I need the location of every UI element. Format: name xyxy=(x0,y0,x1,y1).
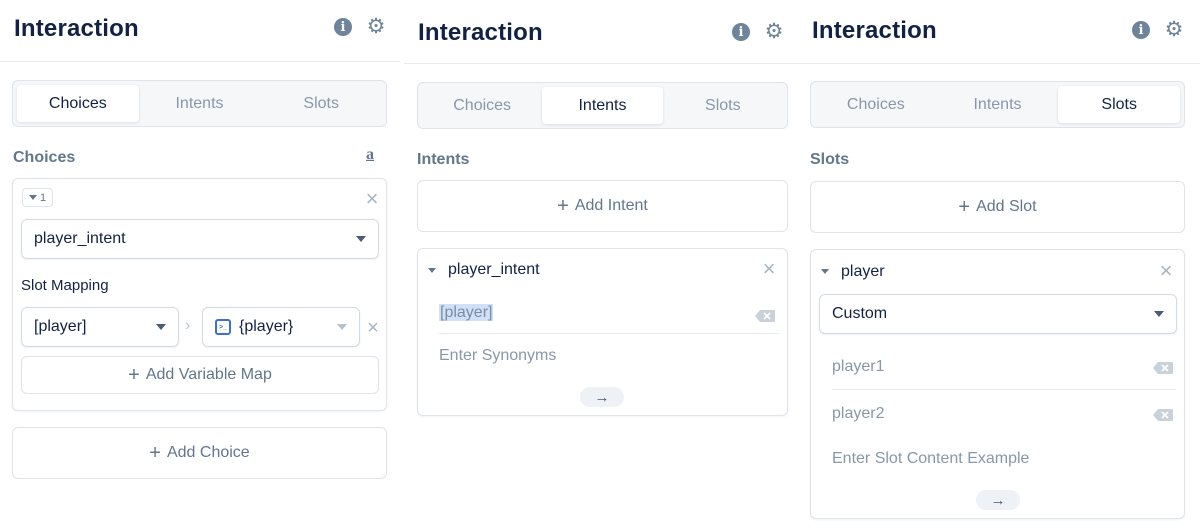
tab-intents[interactable]: Intents xyxy=(542,87,663,124)
tab-slots[interactable]: Slots xyxy=(663,87,783,124)
panel-header: Interaction i ⚙ xyxy=(0,0,400,62)
slot-type-value: Custom xyxy=(832,305,888,322)
caret-down-icon xyxy=(337,324,347,330)
panel-header: Interaction i ⚙ xyxy=(404,0,800,64)
tab-intents[interactable]: Intents xyxy=(937,86,1059,123)
gear-icon[interactable]: ⚙ xyxy=(764,21,784,42)
submit-arrow-button[interactable]: → xyxy=(976,490,1020,510)
intent-name: player_intent xyxy=(448,261,540,278)
info-icon[interactable]: i xyxy=(1132,21,1150,39)
choice-index-badge[interactable]: 1 xyxy=(22,188,54,207)
tab-choices[interactable]: Choices xyxy=(17,85,139,122)
close-icon[interactable]: × xyxy=(1158,260,1174,282)
tab-bar: Choices Intents Slots xyxy=(12,80,387,127)
close-icon[interactable]: × xyxy=(364,188,380,210)
backspace-icon[interactable] xyxy=(755,310,775,322)
caret-down-icon xyxy=(356,236,366,242)
utterance-item[interactable]: [player] xyxy=(439,304,494,322)
intent-card: player_intent × [player] Enter Synonyms … xyxy=(417,248,788,416)
panel-title: Interaction xyxy=(14,15,139,42)
utterance-text: [player] xyxy=(439,304,494,321)
choice-card: 1 × player_intent Slot Mapping [player] … xyxy=(12,178,387,411)
variable-icon: >_ xyxy=(215,319,231,335)
intent-select-value: player_intent xyxy=(34,230,126,247)
slot-example-input[interactable]: Enter Slot Content Example xyxy=(832,450,1029,468)
submit-arrow-button[interactable]: → xyxy=(580,387,624,407)
add-choice-label: Add Choice xyxy=(166,444,250,461)
slot-mapping-label: Slot Mapping xyxy=(21,277,109,294)
gear-icon[interactable]: ⚙ xyxy=(366,16,386,37)
add-slot-button[interactable]: + Add Slot xyxy=(810,181,1185,233)
caret-down-icon xyxy=(156,324,166,330)
add-variable-map-button[interactable]: + Add Variable Map xyxy=(21,356,379,394)
interaction-panel-slots: Interaction i ⚙ Choices Intents Slots Sl… xyxy=(798,0,1200,531)
plus-icon: + xyxy=(149,442,161,464)
plus-icon: + xyxy=(958,196,971,218)
slot-select[interactable]: [player] xyxy=(21,307,179,347)
panel-title: Interaction xyxy=(812,17,937,44)
caret-down-icon xyxy=(29,195,37,200)
interaction-panel-choices: Interaction i ⚙ Choices Intents Slots Ch… xyxy=(0,0,400,531)
tab-intents[interactable]: Intents xyxy=(139,85,261,122)
plus-icon: + xyxy=(128,364,140,386)
slot-card: player × Custom player1 player2 Enter Sl… xyxy=(810,249,1185,519)
info-icon[interactable]: i xyxy=(334,18,352,36)
tab-choices[interactable]: Choices xyxy=(815,86,937,123)
slot-name: player xyxy=(841,263,885,280)
collapse-icon[interactable] xyxy=(821,269,829,274)
slot-value-item[interactable]: player1 xyxy=(832,358,884,376)
collapse-icon[interactable] xyxy=(428,268,436,273)
tab-slots[interactable]: Slots xyxy=(1058,86,1181,123)
slot-value-item[interactable]: player2 xyxy=(832,405,884,423)
intent-select[interactable]: player_intent xyxy=(21,219,379,259)
add-intent-label: Add Intent xyxy=(574,197,648,214)
synonyms-input[interactable]: Enter Synonyms xyxy=(439,347,556,365)
section-label: Slots xyxy=(810,151,850,168)
slot-select-value: [player] xyxy=(34,318,87,335)
section-label: Intents xyxy=(417,151,470,168)
add-choice-button[interactable]: + Add Choice xyxy=(12,427,387,479)
section-label: Choices xyxy=(13,149,76,166)
add-variable-map-label: Add Variable Map xyxy=(145,366,272,383)
interaction-panel-intents: Interaction i ⚙ Choices Intents Slots In… xyxy=(404,0,800,531)
caret-down-icon xyxy=(1154,311,1164,317)
tab-choices[interactable]: Choices xyxy=(422,87,542,124)
choice-index: 1 xyxy=(40,191,47,204)
tab-slots[interactable]: Slots xyxy=(260,85,382,122)
add-intent-button[interactable]: + Add Intent xyxy=(417,180,788,232)
chevron-right-icon: › xyxy=(185,317,191,334)
panel-title: Interaction xyxy=(418,19,543,46)
tab-bar: Choices Intents Slots xyxy=(417,82,788,129)
tab-bar: Choices Intents Slots xyxy=(810,81,1185,128)
gear-icon[interactable]: ⚙ xyxy=(1164,19,1184,40)
close-icon[interactable]: × xyxy=(761,258,777,280)
divider xyxy=(832,389,1176,390)
panel-header: Interaction i ⚙ xyxy=(798,0,1200,64)
slot-type-select[interactable]: Custom xyxy=(819,294,1177,334)
backspace-icon[interactable] xyxy=(1153,362,1173,374)
add-slot-label: Add Slot xyxy=(976,198,1037,215)
backspace-icon[interactable] xyxy=(1153,409,1173,421)
variable-select[interactable]: >_ {player} xyxy=(202,307,360,347)
divider xyxy=(439,333,779,334)
variable-select-value: {player} xyxy=(239,318,294,335)
amazon-icon[interactable]: a̲ xyxy=(366,146,374,164)
info-icon[interactable]: i xyxy=(732,23,750,41)
remove-mapping-icon[interactable]: × xyxy=(365,318,381,338)
plus-icon: + xyxy=(557,195,569,217)
